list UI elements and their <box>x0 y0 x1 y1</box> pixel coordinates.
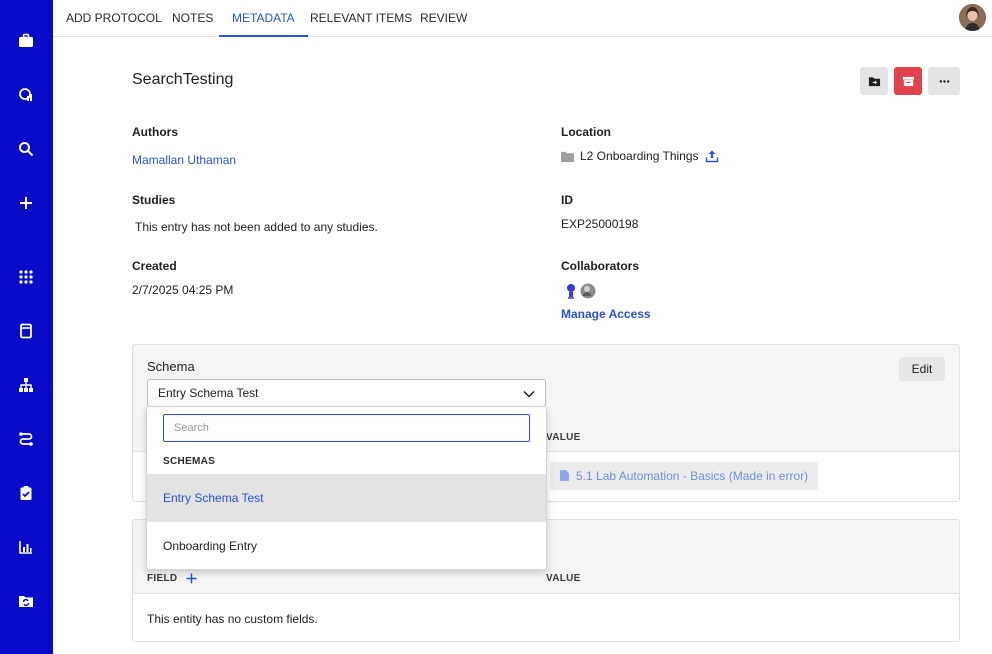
apps-grid-icon[interactable] <box>16 267 36 287</box>
move-to-folder-button[interactable] <box>860 67 888 95</box>
chevron-down-icon <box>523 390 535 398</box>
created-value: 2/7/2025 04:25 PM <box>132 283 234 297</box>
field-header-label: FIELD <box>147 573 178 584</box>
schema-dropdown-menu: Search SCHEMAS Entry Schema Test Onboard… <box>146 406 547 570</box>
location-label: Location <box>561 125 611 139</box>
collaborator-avatar-photo[interactable] <box>580 283 596 299</box>
tab-notes[interactable]: NOTES <box>159 0 226 37</box>
workflow-icon[interactable] <box>16 429 36 449</box>
id-value: EXP25000198 <box>561 217 639 231</box>
sidebar <box>0 0 53 654</box>
more-options-button[interactable] <box>928 67 960 95</box>
clipboard-check-icon[interactable] <box>16 483 36 503</box>
author-link[interactable]: Mamallan Uthaman <box>132 153 236 167</box>
authors-label: Authors <box>132 125 178 139</box>
notebook-icon[interactable] <box>16 321 36 341</box>
schema-select[interactable]: Entry Schema Test <box>147 379 546 407</box>
folder-sync-icon[interactable] <box>16 591 36 611</box>
more-horizontal-icon <box>939 79 949 83</box>
schema-select-value: Entry Schema Test <box>158 386 259 400</box>
schema-label: Schema <box>147 359 195 374</box>
collaborators-label: Collaborators <box>561 259 640 273</box>
custom-value-header: VALUE <box>546 573 581 584</box>
studies-label: Studies <box>132 193 176 207</box>
linked-entry-text: 5.1 Lab Automation - Basics (Made in err… <box>576 469 809 483</box>
collaborator-avatars <box>563 283 596 299</box>
manage-access-link[interactable]: Manage Access <box>561 307 651 321</box>
custom-fields-empty-row: This entity has no custom fields. <box>133 593 959 641</box>
entry-title: SearchTesting <box>132 71 234 88</box>
schemas-section-header: SCHEMAS <box>163 456 216 467</box>
document-icon <box>560 470 569 481</box>
tab-relevant-items[interactable]: RELEVANT ITEMS <box>297 0 425 37</box>
created-label: Created <box>132 259 177 273</box>
archive-icon <box>902 76 914 86</box>
linked-entry-chip[interactable]: 5.1 Lab Automation - Basics (Made in err… <box>550 462 819 490</box>
user-avatar[interactable] <box>959 4 986 31</box>
bar-chart-icon[interactable] <box>16 537 36 557</box>
insights-icon[interactable] <box>16 85 36 105</box>
field-header: FIELD <box>147 573 197 584</box>
id-label: ID <box>561 193 573 207</box>
tab-review[interactable]: REVIEW <box>407 0 480 37</box>
schema-search-input[interactable]: Search <box>163 414 530 442</box>
folder-move-icon <box>868 76 880 86</box>
no-custom-fields-text: This entity has no custom fields. <box>147 612 318 626</box>
studies-value: This entry has not been added to any stu… <box>135 220 378 234</box>
plus-icon[interactable] <box>16 193 36 213</box>
add-field-icon[interactable] <box>186 573 197 584</box>
edit-schema-button[interactable]: Edit <box>899 357 945 381</box>
tab-metadata[interactable]: METADATA <box>219 0 308 37</box>
top-tab-bar: ADD PROTOCOL NOTES METADATA RELEVANT ITE… <box>53 0 992 37</box>
archive-button[interactable] <box>894 67 922 95</box>
search-icon[interactable] <box>16 139 36 159</box>
collaborator-avatar-robot[interactable] <box>563 283 579 299</box>
tab-add-protocol[interactable]: ADD PROTOCOL <box>53 0 175 37</box>
upload-location-icon[interactable] <box>705 149 719 163</box>
schema-option-entry-schema-test[interactable]: Entry Schema Test <box>147 474 546 522</box>
schema-value-header: VALUE <box>546 432 581 443</box>
briefcase-icon[interactable] <box>16 31 36 51</box>
hierarchy-icon[interactable] <box>16 375 36 395</box>
folder-icon <box>561 151 574 162</box>
location-value: L2 Onboarding Things <box>561 149 719 163</box>
schema-option-onboarding-entry[interactable]: Onboarding Entry <box>147 522 546 570</box>
location-text[interactable]: L2 Onboarding Things <box>580 149 699 163</box>
